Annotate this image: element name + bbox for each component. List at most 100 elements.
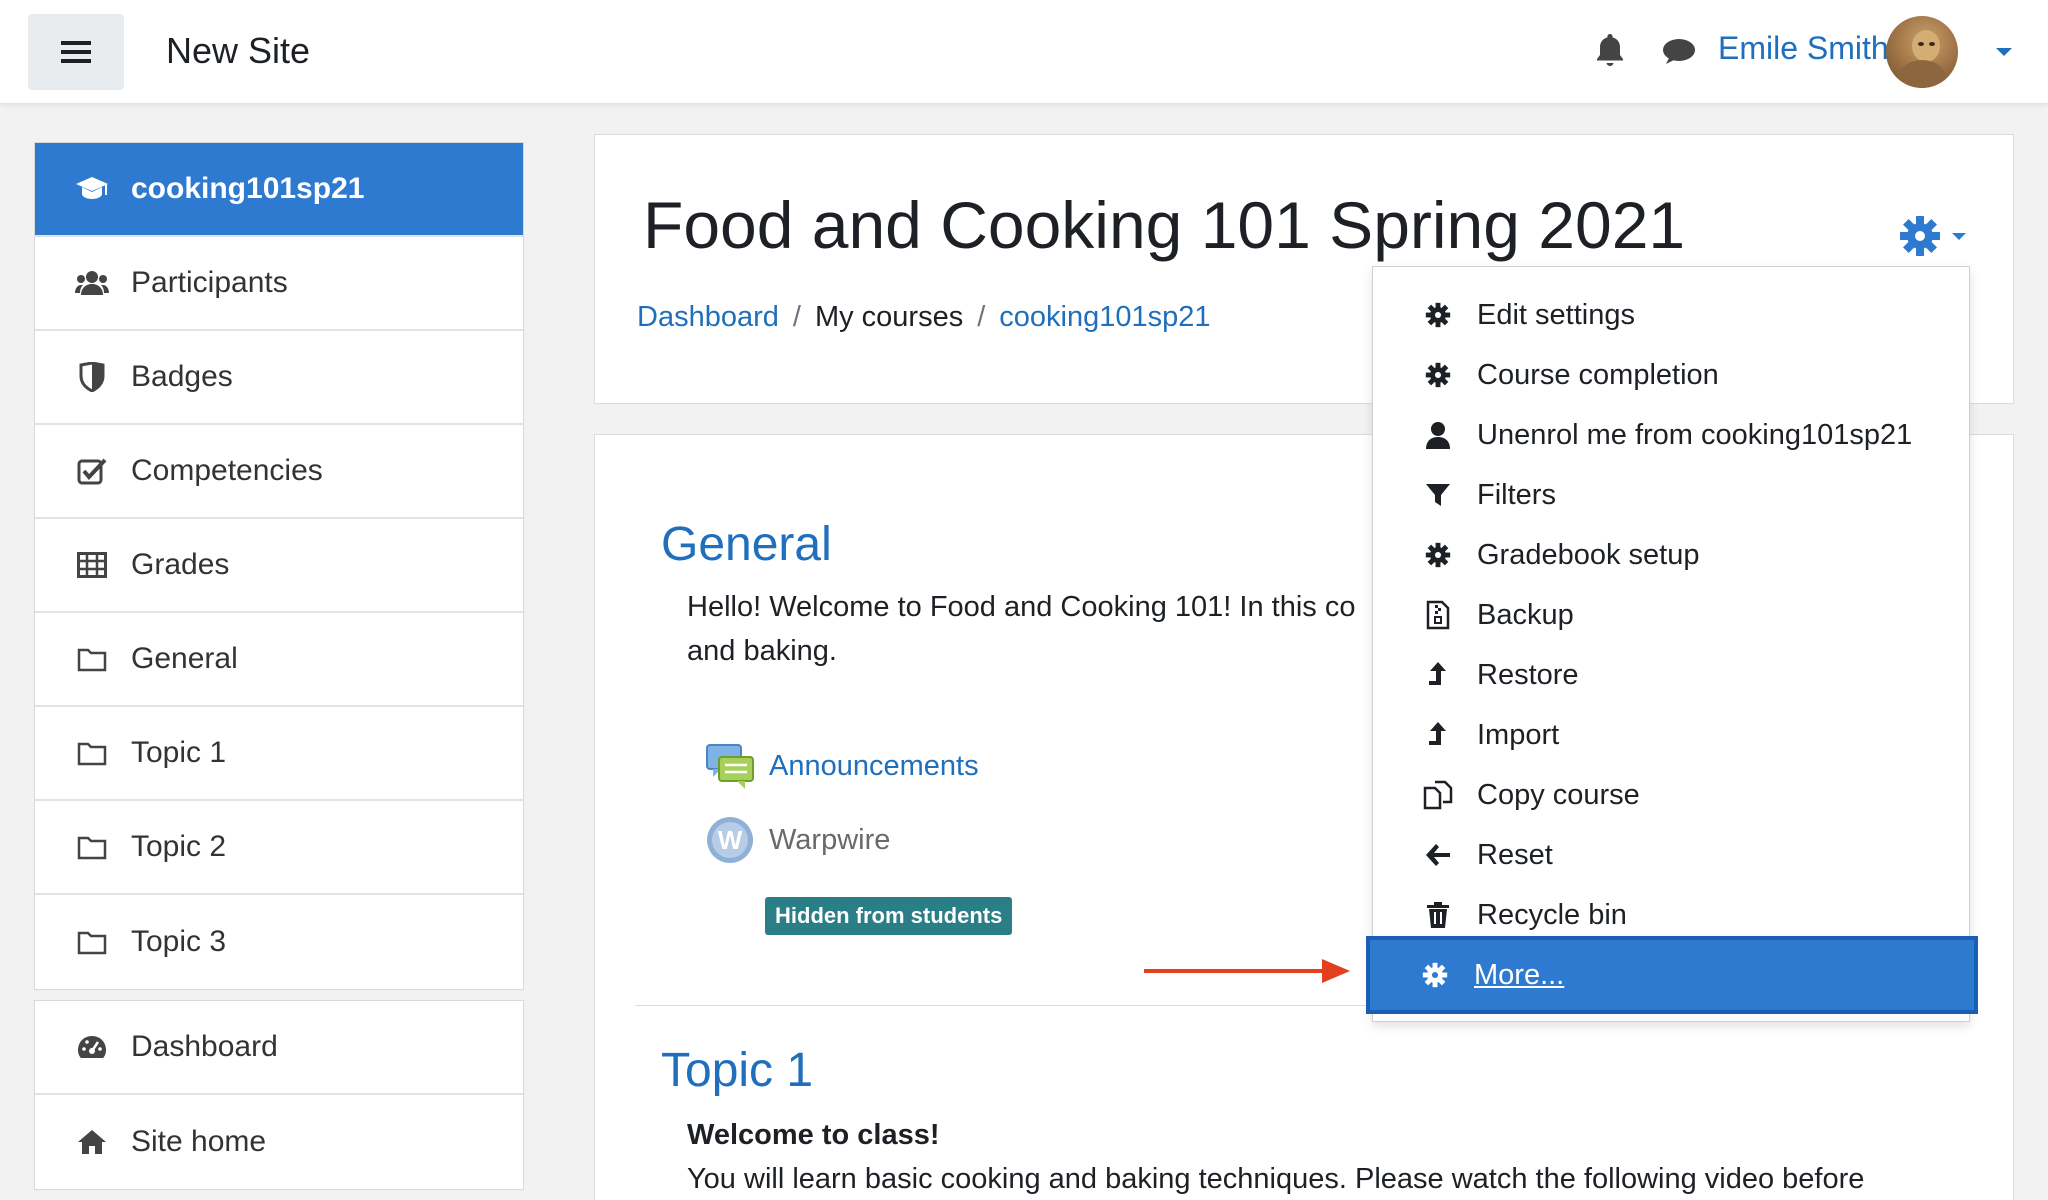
upload-arrow-icon xyxy=(1423,660,1453,690)
sidebar-item-label: Site home xyxy=(131,1125,267,1158)
menu-item-label: Restore xyxy=(1477,658,1579,691)
svg-text:W: W xyxy=(718,825,743,855)
breadcrumb-dashboard[interactable]: Dashboard xyxy=(637,301,779,333)
sidebar-item-topic-2[interactable]: Topic 2 xyxy=(35,801,523,895)
menu-item-reset[interactable]: Reset xyxy=(1373,825,1969,885)
sidebar-item-course[interactable]: cooking101sp21 xyxy=(35,143,523,237)
warpwire-icon: W xyxy=(707,817,753,863)
sidebar-item-label: Badges xyxy=(131,360,233,393)
upload-arrow-icon xyxy=(1423,720,1453,750)
sidebar-item-label: General xyxy=(131,642,238,675)
site-nav-group: Dashboard Site home xyxy=(34,1000,524,1190)
copy-icon xyxy=(1423,780,1453,810)
menu-item-label: Unenrol me from cooking101sp21 xyxy=(1477,418,1913,451)
sidebar-item-label: Participants xyxy=(131,266,288,299)
breadcrumb-separator: / xyxy=(977,301,986,333)
hidden-from-students-badge: Hidden from students xyxy=(765,897,1013,935)
breadcrumb-course[interactable]: cooking101sp21 xyxy=(999,301,1210,333)
menu-item-label: Import xyxy=(1477,718,1560,751)
gear-icon xyxy=(1423,360,1453,390)
sidebar-item-label: Dashboard xyxy=(131,1030,278,1063)
site-name[interactable]: New Site xyxy=(166,30,310,72)
shield-icon xyxy=(75,360,109,394)
user-icon xyxy=(1423,420,1453,450)
sidebar-item-label: Topic 3 xyxy=(131,925,227,958)
home-icon xyxy=(75,1125,109,1159)
course-actions-menu-button[interactable] xyxy=(1897,211,1977,261)
section-summary-line: Hello! Welcome to Food and Cooking 101! … xyxy=(687,591,1356,623)
sidebar-item-competencies[interactable]: Competencies xyxy=(35,425,523,519)
caret-down-icon xyxy=(1952,233,1966,240)
menu-item-filters[interactable]: Filters xyxy=(1373,465,1969,525)
sidebar-item-topic-3[interactable]: Topic 3 xyxy=(35,895,523,989)
menu-item-more[interactable]: More... xyxy=(1366,936,1978,1014)
menu-item-edit-settings[interactable]: Edit settings xyxy=(1373,285,1969,345)
folder-icon xyxy=(75,736,109,770)
gear-icon xyxy=(1420,960,1450,990)
menu-item-course-completion[interactable]: Course completion xyxy=(1373,345,1969,405)
activity-warpwire[interactable]: W Warpwire xyxy=(705,815,890,865)
course-navigation-drawer: cooking101sp21 Participants Badges Compe… xyxy=(34,142,524,1190)
menu-item-copy-course[interactable]: Copy course xyxy=(1373,765,1969,825)
hamburger-icon xyxy=(61,41,91,63)
folder-icon xyxy=(75,642,109,676)
menu-item-restore[interactable]: Restore xyxy=(1373,645,1969,705)
sidebar-item-label: Grades xyxy=(131,548,230,581)
section-summary-line: You will learn basic cooking and baking … xyxy=(687,1163,1865,1195)
avatar-image xyxy=(1898,30,1946,88)
course-actions-dropdown: Edit settings Course completion Unenrol … xyxy=(1366,266,1978,1022)
sidebar-item-badges[interactable]: Badges xyxy=(35,331,523,425)
sidebar-item-grades[interactable]: Grades xyxy=(35,519,523,613)
menu-item-label: More... xyxy=(1474,958,1565,991)
section-subtitle: Welcome to class! xyxy=(687,1119,940,1151)
sidebar-item-site-home[interactable]: Site home xyxy=(35,1095,523,1189)
table-icon xyxy=(75,548,109,582)
menu-item-label: Gradebook setup xyxy=(1477,538,1700,571)
menu-item-gradebook-setup[interactable]: Gradebook setup xyxy=(1373,525,1969,585)
menu-item-label: Recycle bin xyxy=(1477,898,1627,931)
filter-icon xyxy=(1423,480,1453,510)
hamburger-button[interactable] xyxy=(28,14,124,90)
sidebar-item-general[interactable]: General xyxy=(35,613,523,707)
menu-item-backup[interactable]: Backup xyxy=(1373,585,1969,645)
chat-icon[interactable] xyxy=(1658,32,1698,72)
sidebar-item-topic-1[interactable]: Topic 1 xyxy=(35,707,523,801)
activity-link-warpwire[interactable]: Warpwire xyxy=(769,824,890,857)
sidebar-item-participants[interactable]: Participants xyxy=(35,237,523,331)
user-name[interactable]: Emile Smith xyxy=(1718,30,1889,67)
users-icon xyxy=(75,266,109,300)
sidebar-item-label: Topic 1 xyxy=(131,736,227,769)
navbar: New Site Emile Smith xyxy=(0,0,2048,104)
sidebar-item-label: Competencies xyxy=(131,454,323,487)
sidebar-item-dashboard[interactable]: Dashboard xyxy=(35,1001,523,1095)
breadcrumb-my-courses[interactable]: My courses xyxy=(815,301,963,333)
breadcrumb: Dashboard / My courses / cooking101sp21 xyxy=(637,301,1211,334)
caret-down-icon[interactable] xyxy=(1992,40,2016,64)
section-title-general[interactable]: General xyxy=(661,517,832,572)
menu-item-label: Copy course xyxy=(1477,778,1640,811)
folder-icon xyxy=(75,925,109,959)
checkbox-icon xyxy=(75,454,109,488)
menu-item-label: Reset xyxy=(1477,838,1553,871)
trash-icon xyxy=(1423,900,1453,930)
menu-item-unenrol[interactable]: Unenrol me from cooking101sp21 xyxy=(1373,405,1969,465)
gear-icon xyxy=(1423,540,1453,570)
menu-item-recycle-bin[interactable]: Recycle bin xyxy=(1373,885,1969,945)
menu-item-import[interactable]: Import xyxy=(1373,705,1969,765)
sidebar-item-label: cooking101sp21 xyxy=(131,172,365,205)
activity-announcements[interactable]: Announcements xyxy=(705,741,979,791)
section-title-topic-1[interactable]: Topic 1 xyxy=(661,1043,813,1098)
folder-icon xyxy=(75,830,109,864)
avatar[interactable] xyxy=(1886,16,1958,88)
annotation-arrow-icon xyxy=(1144,959,1350,983)
arrow-left-icon xyxy=(1423,840,1453,870)
gear-icon xyxy=(1423,300,1453,330)
menu-item-label: Course completion xyxy=(1477,358,1719,391)
menu-item-label: Filters xyxy=(1477,478,1556,511)
gear-icon xyxy=(1900,216,1940,256)
dashboard-icon xyxy=(75,1030,109,1064)
activity-link-announcements[interactable]: Announcements xyxy=(769,750,979,783)
section-summary-line: and baking. xyxy=(687,635,837,667)
breadcrumb-separator: / xyxy=(792,301,801,333)
bell-icon[interactable] xyxy=(1590,30,1630,70)
